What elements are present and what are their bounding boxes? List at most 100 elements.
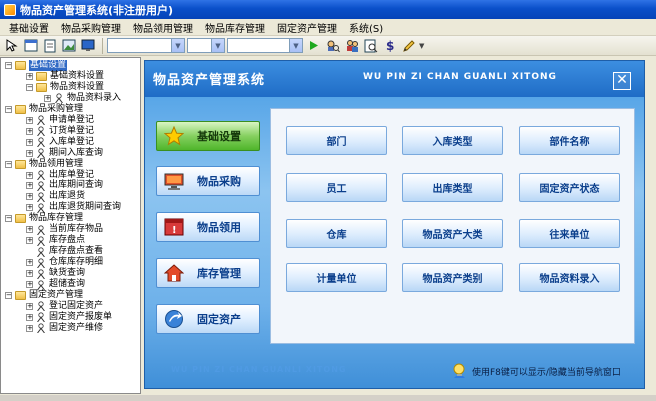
- tree-item[interactable]: + 入库单登记: [26, 137, 94, 148]
- expand-icon[interactable]: +: [26, 324, 33, 332]
- tree-item[interactable]: + 固定资产维修: [26, 323, 103, 334]
- settings-button[interactable]: 部门: [286, 126, 387, 155]
- person-icon: [36, 236, 46, 246]
- star-icon: [163, 125, 185, 147]
- settings-button[interactable]: 出库类型: [402, 173, 503, 202]
- image-icon[interactable]: [60, 38, 77, 54]
- side-button-3[interactable]: 库存管理: [156, 258, 260, 288]
- tree-item[interactable]: + 超储查询: [26, 279, 85, 290]
- tree-item[interactable]: + 出库退货期间查询: [26, 202, 121, 214]
- settings-button[interactable]: 计量单位: [286, 263, 387, 292]
- filter-combo-1[interactable]: ▼: [107, 38, 185, 53]
- tree-item[interactable]: + 当前库存物品: [26, 224, 103, 236]
- expand-icon[interactable]: +: [26, 72, 33, 80]
- tree-item[interactable]: − 物品领用管理: [5, 159, 83, 170]
- settings-button[interactable]: 入库类型: [402, 126, 503, 155]
- collapse-icon[interactable]: −: [5, 62, 12, 69]
- tree-item[interactable]: + 出库期间查询: [26, 180, 103, 192]
- collapse-icon[interactable]: −: [5, 105, 12, 113]
- expand-icon[interactable]: +: [26, 116, 33, 124]
- expand-icon[interactable]: +: [26, 281, 33, 288]
- zoom-page-icon[interactable]: [362, 38, 379, 54]
- tree-item-label: 超储查询: [49, 279, 86, 289]
- tree-item[interactable]: + 仓库库存明细: [26, 257, 103, 268]
- expand-icon[interactable]: +: [26, 127, 33, 135]
- monitor-icon[interactable]: [79, 38, 96, 54]
- filter-combo-2[interactable]: ▼: [187, 38, 225, 53]
- expand-icon[interactable]: +: [26, 237, 33, 245]
- document-icon[interactable]: [41, 38, 58, 54]
- menu-requisition[interactable]: 物品领用管理: [127, 20, 199, 35]
- chevron-down-icon[interactable]: ▼: [211, 39, 224, 52]
- tree-item-label: 物品资料录入: [67, 92, 122, 103]
- alert-window-icon: !: [163, 216, 185, 238]
- tree-item[interactable]: + 固定资产报废单: [26, 312, 112, 323]
- find-person-icon[interactable]: [324, 38, 341, 54]
- settings-button[interactable]: 部件名称: [519, 126, 620, 155]
- side-button-4[interactable]: 固定资产: [156, 304, 260, 334]
- expand-icon[interactable]: +: [44, 94, 51, 102]
- expand-icon[interactable]: +: [26, 270, 33, 278]
- tree-item[interactable]: − 物品资料设置: [26, 82, 104, 93]
- settings-button[interactable]: 员工: [286, 173, 387, 202]
- tree-item[interactable]: + 库存盘点: [26, 235, 85, 246]
- dollar-icon[interactable]: $: [381, 38, 398, 54]
- filter-combo-3[interactable]: ▼: [227, 38, 303, 53]
- tree-item[interactable]: + 期间入库查询: [26, 148, 103, 159]
- tree-item[interactable]: − 固定资产管理: [5, 290, 83, 301]
- expand-icon[interactable]: +: [26, 171, 33, 179]
- f8-hint: 使用F8键可以显示/隐藏当前导航窗口: [451, 363, 621, 380]
- collapse-icon[interactable]: −: [26, 83, 33, 91]
- collapse-icon[interactable]: −: [5, 215, 12, 223]
- users-icon[interactable]: [343, 38, 360, 54]
- play-icon[interactable]: [305, 38, 322, 54]
- tree-item[interactable]: + 申请单登记: [26, 115, 94, 126]
- close-button[interactable]: ✕: [613, 72, 631, 90]
- tree-item[interactable]: − 物品采购管理: [5, 104, 83, 115]
- side-button-1[interactable]: 物品采购: [156, 166, 260, 196]
- chevron-down-icon[interactable]: ▼: [289, 39, 302, 52]
- expand-icon[interactable]: +: [26, 259, 33, 267]
- tree-item[interactable]: + 出库退货: [26, 191, 85, 203]
- settings-button[interactable]: 仓库: [286, 219, 387, 248]
- expand-icon[interactable]: +: [26, 182, 33, 190]
- close-icon[interactable]: ✕: [616, 72, 628, 88]
- expand-icon[interactable]: +: [26, 302, 33, 310]
- expand-icon[interactable]: +: [26, 313, 33, 321]
- cursor-icon[interactable]: [3, 38, 20, 54]
- settings-button[interactable]: 物品资料录入: [519, 263, 620, 292]
- collapse-icon[interactable]: −: [5, 291, 12, 299]
- menu-system[interactable]: 系统(S): [343, 20, 389, 35]
- settings-button[interactable]: 固定资产状态: [519, 173, 620, 202]
- expand-icon[interactable]: +: [26, 204, 33, 212]
- window-icon[interactable]: [22, 38, 39, 54]
- tree-item[interactable]: + 缺货查询: [26, 268, 85, 279]
- expand-icon[interactable]: +: [26, 193, 33, 201]
- tree-item[interactable]: + 物品资料录入: [44, 93, 121, 104]
- chevron-down-icon[interactable]: ▼: [171, 39, 184, 52]
- tree-item[interactable]: − 基础设置: [5, 60, 68, 71]
- tree-item[interactable]: + 登记固定资产: [26, 301, 103, 312]
- tree-item[interactable]: + 基础资料设置: [26, 71, 104, 82]
- tree-item[interactable]: 库存盘点查看: [26, 246, 103, 257]
- collapse-icon[interactable]: −: [5, 160, 12, 168]
- side-button-2[interactable]: ! 物品领用: [156, 212, 260, 242]
- settings-button[interactable]: 往来单位: [519, 219, 620, 248]
- tree-item[interactable]: + 订货单登记: [26, 126, 94, 137]
- folder-icon: [15, 159, 26, 169]
- menu-purchase[interactable]: 物品采购管理: [55, 20, 127, 35]
- menu-inventory[interactable]: 物品库存管理: [199, 20, 271, 35]
- tree-item[interactable]: + 出库单登记: [26, 170, 94, 181]
- chevron-down-icon[interactable]: ▼: [419, 42, 424, 50]
- side-button-label: 基础设置: [197, 130, 241, 143]
- pencil-icon[interactable]: [400, 38, 417, 54]
- side-button-0[interactable]: 基础设置: [156, 121, 260, 151]
- menu-fixed-assets[interactable]: 固定资产管理: [271, 20, 343, 35]
- expand-icon[interactable]: +: [26, 149, 33, 157]
- expand-icon[interactable]: +: [26, 138, 33, 146]
- settings-button[interactable]: 物品资产类别: [402, 263, 503, 292]
- expand-icon[interactable]: +: [26, 226, 33, 234]
- settings-button[interactable]: 物品资产大类: [402, 219, 503, 248]
- menu-basic-settings[interactable]: 基础设置: [3, 20, 55, 35]
- tree-item[interactable]: − 物品库存管理: [5, 213, 83, 224]
